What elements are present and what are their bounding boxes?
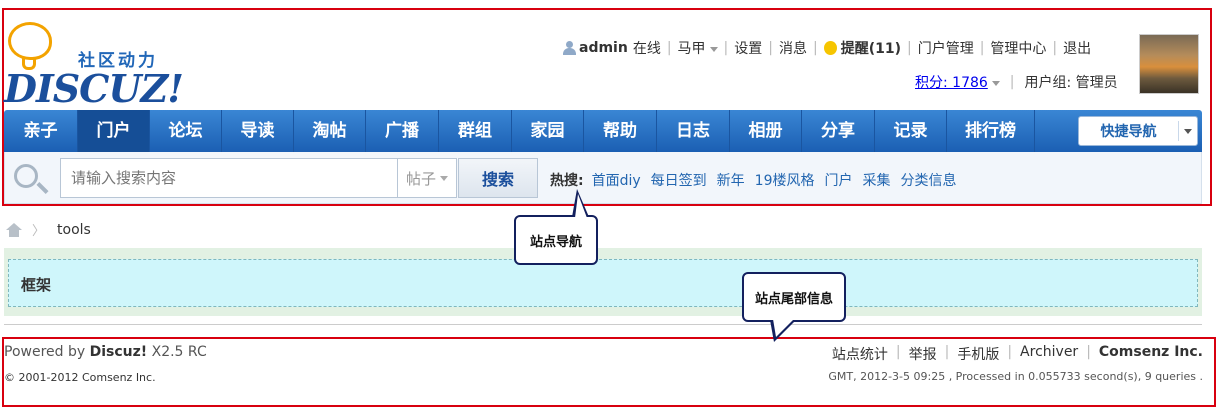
chevron-down-icon [440, 175, 448, 181]
main-navigation: 亲子 门户 论坛 导读 淘帖 广播 群组 家园 帮助 日志 相册 分享 记录 排… [4, 110, 1202, 152]
username-link[interactable]: admin [579, 40, 628, 56]
breadcrumb: 〉 tools [6, 220, 91, 239]
nav-item[interactable]: 日志 [657, 110, 730, 152]
separator: | [944, 344, 950, 360]
separator: | [1009, 74, 1015, 90]
lightbulb-logo-icon [8, 22, 52, 60]
usergroup-link[interactable]: 用户组: 管理员 [1025, 72, 1118, 92]
search-type-value: 帖子 [405, 169, 436, 188]
callout-site-nav: 站点导航 [514, 215, 598, 265]
quick-nav-label: 快捷导航 [1079, 121, 1179, 141]
nav-item[interactable]: 帮助 [584, 110, 657, 152]
copyright: © 2001-2012 Comsenz Inc. [4, 371, 156, 384]
separator: | [666, 40, 672, 56]
powered-by-link[interactable]: Discuz! [90, 344, 148, 360]
footer-link-mobile[interactable]: 手机版 [957, 344, 999, 364]
powered-by: Powered by Discuz! X2.5 RC [4, 344, 207, 360]
nav-item[interactable]: 排行榜 [947, 110, 1035, 152]
hot-search-link[interactable]: 首面diy [592, 170, 641, 190]
separator: | [1086, 344, 1091, 360]
nav-item[interactable]: 分享 [802, 110, 875, 152]
chevron-down-icon [991, 80, 1000, 86]
callout-site-nav-text: 站点导航 [529, 234, 582, 250]
credits-dropdown[interactable]: 积分: 1786 [915, 72, 1000, 92]
diy-frame[interactable]: 框架 [8, 259, 1198, 307]
nav-item[interactable]: 导读 [222, 110, 294, 152]
hot-search-link[interactable]: 门户 [825, 170, 853, 190]
search-icon [14, 164, 38, 188]
quick-nav-dropdown[interactable] [1179, 128, 1197, 134]
hot-search-link[interactable]: 采集 [863, 170, 891, 190]
nav-item[interactable]: 亲子 [4, 110, 78, 152]
chevron-right-icon: 〉 [32, 224, 46, 239]
nav-item[interactable]: 家园 [512, 110, 584, 152]
quick-nav-button[interactable]: 快捷导航 [1078, 116, 1198, 146]
footer-link-archiver[interactable]: Archiver [1020, 344, 1078, 364]
callout-footer-info-tail-fill [773, 319, 794, 337]
divider [4, 324, 1202, 325]
nav-item[interactable]: 论坛 [150, 110, 222, 152]
online-status: 在线 [632, 41, 661, 57]
callout-site-nav-tail-fill [575, 194, 587, 218]
hot-search-link[interactable]: 新年 [717, 170, 745, 190]
bulb-icon [823, 41, 837, 55]
hot-search-link[interactable]: 分类信息 [901, 170, 957, 190]
search-type-select[interactable]: 帖子 [397, 158, 457, 198]
search-button[interactable]: 搜索 [458, 158, 538, 198]
nav-item-active[interactable]: 门户 [78, 110, 150, 152]
admin-center-link[interactable]: 管理中心 [990, 38, 1046, 58]
logout-link[interactable]: 退出 [1063, 38, 1091, 58]
settings-link[interactable]: 设置 [734, 38, 762, 58]
reminders-link[interactable]: 提醒(11) [841, 38, 901, 58]
chevron-down-icon [1184, 128, 1192, 134]
footer-links: 站点统计 | 举报 | 手机版 | Archiver | Comsenz Inc… [832, 344, 1203, 364]
separator: | [768, 40, 773, 56]
powered-by-prefix: Powered by [4, 344, 90, 360]
nav-item[interactable]: 记录 [875, 110, 947, 152]
user-stats: 积分: 1786 | 用户组: 管理员 [915, 72, 1118, 92]
messages-link[interactable]: 消息 [779, 38, 807, 58]
debug-info: GMT, 2012-3-5 09:25 , Processed in 0.055… [828, 370, 1203, 383]
separator: | [1052, 40, 1058, 56]
hot-searches: 热搜: 首面diy 每日签到 新年 19楼风格 门户 采集 分类信息 [550, 170, 967, 190]
chevron-down-icon [709, 46, 718, 52]
avatar[interactable] [1139, 34, 1199, 94]
callout-footer-info: 站点尾部信息 [742, 272, 846, 322]
separator: | [812, 40, 818, 56]
footer-link-stats[interactable]: 站点统计 [832, 344, 888, 364]
callout-footer-info-text: 站点尾部信息 [754, 291, 833, 307]
footer-link-report[interactable]: 举报 [909, 344, 937, 364]
breadcrumb-current: tools [57, 221, 91, 238]
logo-wordmark: DISCUZ! [4, 66, 184, 111]
frame-title: 框架 [21, 276, 52, 294]
nav-item[interactable]: 相册 [730, 110, 802, 152]
nav-item[interactable]: 群组 [439, 110, 512, 152]
user-toolbar: admin 在线 | 马甲 | 设置 | 消息 | 提醒(11) | 门户管理 … [562, 38, 1091, 58]
hot-searches-label: 热搜: [550, 173, 584, 189]
user-icon [562, 41, 576, 55]
portal-manage-link[interactable]: 门户管理 [918, 38, 974, 58]
powered-by-version: X2.5 RC [147, 344, 207, 360]
majia-dropdown[interactable]: 马甲 [678, 38, 718, 58]
separator: | [895, 344, 901, 360]
separator: | [906, 40, 912, 56]
hot-search-link[interactable]: 19楼风格 [755, 170, 815, 190]
search-input[interactable] [60, 158, 398, 198]
footer-link-comsenz[interactable]: Comsenz Inc. [1099, 344, 1203, 364]
home-icon[interactable] [6, 222, 22, 237]
separator: | [979, 40, 985, 56]
nav-item[interactable]: 广播 [366, 110, 439, 152]
nav-item[interactable]: 淘帖 [294, 110, 366, 152]
separator: | [1007, 344, 1013, 360]
separator: | [723, 40, 729, 56]
hot-search-link[interactable]: 每日签到 [651, 170, 707, 190]
site-logo[interactable]: 社区动力 DISCUZ! [4, 20, 184, 111]
